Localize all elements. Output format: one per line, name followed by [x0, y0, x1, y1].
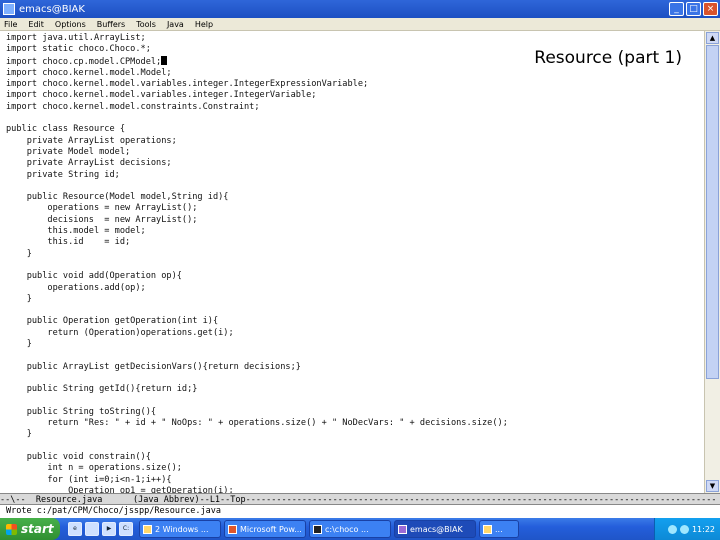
window-icon — [483, 524, 492, 534]
scroll-thumb[interactable] — [706, 45, 719, 379]
task-label: 2 Windows ... — [155, 524, 209, 534]
code-line: public void add(Operation op){ — [6, 271, 182, 282]
code-line: } — [6, 339, 32, 350]
code-line: return (Operation)operations.get(i); — [6, 327, 234, 338]
code-line: public Resource(Model model,String id){ — [6, 192, 229, 203]
window-titlebar[interactable]: emacs@BIAK _ □ × — [0, 0, 720, 18]
code-line: operations = new ArrayList(); — [6, 203, 198, 214]
vertical-scrollbar[interactable]: ▲ ▼ — [704, 31, 720, 493]
code-line: private Model model; — [6, 146, 131, 157]
system-tray: 11:22 — [654, 518, 720, 540]
folder-icon[interactable] — [85, 522, 99, 536]
menu-tools[interactable]: Tools — [132, 20, 163, 29]
code-buffer[interactable]: import java.util.ArrayList; import stati… — [0, 31, 704, 493]
code-line: import choco.cp.model.CPModel; — [6, 56, 162, 67]
code-line: } — [6, 429, 32, 440]
code-line: } — [6, 293, 32, 304]
task-button-cmd[interactable]: c:\choco ... — [309, 520, 391, 538]
code-line: private ArrayList operations; — [6, 135, 177, 146]
task-label: ... — [495, 524, 503, 534]
media-icon[interactable]: ▶ — [102, 522, 116, 536]
code-line: operations.add(op); — [6, 282, 146, 293]
code-line: import java.util.ArrayList; — [6, 33, 146, 43]
start-button[interactable]: start — [0, 518, 60, 540]
start-label: start — [21, 522, 54, 536]
quick-launch: e ▶ C: — [68, 522, 133, 536]
task-button-other[interactable]: ... — [479, 520, 519, 538]
windows-logo-icon — [6, 523, 17, 535]
code-line: Operation op1 = getOperation(i); — [6, 485, 234, 493]
emacs-app-icon — [3, 3, 15, 15]
code-line: private String id; — [6, 169, 120, 180]
code-line: import choco.kernel.model.variables.inte… — [6, 90, 317, 101]
task-button-windows[interactable]: 2 Windows ... — [139, 520, 221, 538]
code-line: public class Resource { — [6, 124, 125, 135]
menu-bar: File Edit Options Buffers Tools Java Hel… — [0, 18, 720, 31]
network-icon[interactable] — [667, 524, 677, 534]
menu-edit[interactable]: Edit — [24, 20, 51, 29]
ie-icon[interactable]: e — [68, 522, 82, 536]
code-line: import choco.kernel.model.constraints.Co… — [6, 101, 260, 112]
code-line: import static choco.Choco.*; — [6, 44, 151, 55]
code-line: decisions = new ArrayList(); — [6, 214, 198, 225]
text-cursor — [161, 55, 168, 65]
scroll-up-arrow-icon[interactable]: ▲ — [706, 32, 719, 44]
menu-options[interactable]: Options — [51, 20, 93, 29]
emacs-icon — [398, 524, 407, 534]
code-line: this.model = model; — [6, 226, 146, 237]
window-title: emacs@BIAK — [19, 3, 85, 15]
task-label: emacs@BIAK — [410, 524, 463, 534]
mode-line: --\-- Resource.java (Java Abbrev)--L1--T… — [0, 493, 720, 505]
cmd-icon[interactable]: C: — [119, 522, 133, 536]
code-line: this.id = id; — [6, 237, 131, 248]
minimize-button[interactable]: _ — [669, 2, 684, 16]
clock[interactable]: 11:22 — [692, 525, 715, 534]
code-editor[interactable]: import java.util.ArrayList; import stati… — [0, 31, 704, 493]
menu-java[interactable]: Java — [163, 20, 191, 29]
menu-file[interactable]: File — [0, 20, 24, 29]
code-line: private ArrayList decisions; — [6, 158, 172, 169]
menu-help[interactable]: Help — [191, 20, 220, 29]
maximize-button[interactable]: □ — [686, 2, 701, 16]
scroll-down-arrow-icon[interactable]: ▼ — [706, 480, 719, 492]
cmd-icon — [313, 524, 322, 534]
task-label: Microsoft Pow... — [240, 524, 302, 534]
menu-buffers[interactable]: Buffers — [93, 20, 132, 29]
task-button-powerpoint[interactable]: Microsoft Pow... — [224, 520, 306, 538]
code-line: for (int i=0;i<n-1;i++){ — [6, 474, 172, 485]
close-button[interactable]: × — [703, 2, 718, 16]
code-line: public Operation getOperation(int i){ — [6, 316, 219, 327]
window-controls: _ □ × — [669, 2, 718, 16]
slide-title: Resource (part 1) — [534, 48, 682, 68]
code-line: return "Res: " + id + " NoOps: " + opera… — [6, 418, 508, 429]
code-line: public String getId(){return id;} — [6, 384, 198, 395]
code-line: public ArrayList getDecisionVars(){retur… — [6, 361, 301, 372]
code-line: public void constrain(){ — [6, 451, 151, 462]
folder-icon — [143, 524, 152, 534]
code-line: } — [6, 248, 32, 259]
taskbar: start e ▶ C: 2 Windows ... Microsoft Pow… — [0, 518, 720, 540]
code-line: int n = operations.size(); — [6, 463, 182, 474]
task-button-emacs[interactable]: emacs@BIAK — [394, 520, 476, 538]
code-line: public String toString(){ — [6, 406, 157, 417]
minibuffer[interactable]: Wrote c:/pat/CPM/Choco/jsspp/Resource.ja… — [0, 505, 720, 518]
powerpoint-icon — [228, 524, 237, 534]
code-line: import choco.kernel.model.Model; — [6, 67, 172, 78]
code-line: import choco.kernel.model.variables.inte… — [6, 79, 369, 90]
volume-icon[interactable] — [679, 524, 689, 534]
task-label: c:\choco ... — [325, 524, 369, 534]
